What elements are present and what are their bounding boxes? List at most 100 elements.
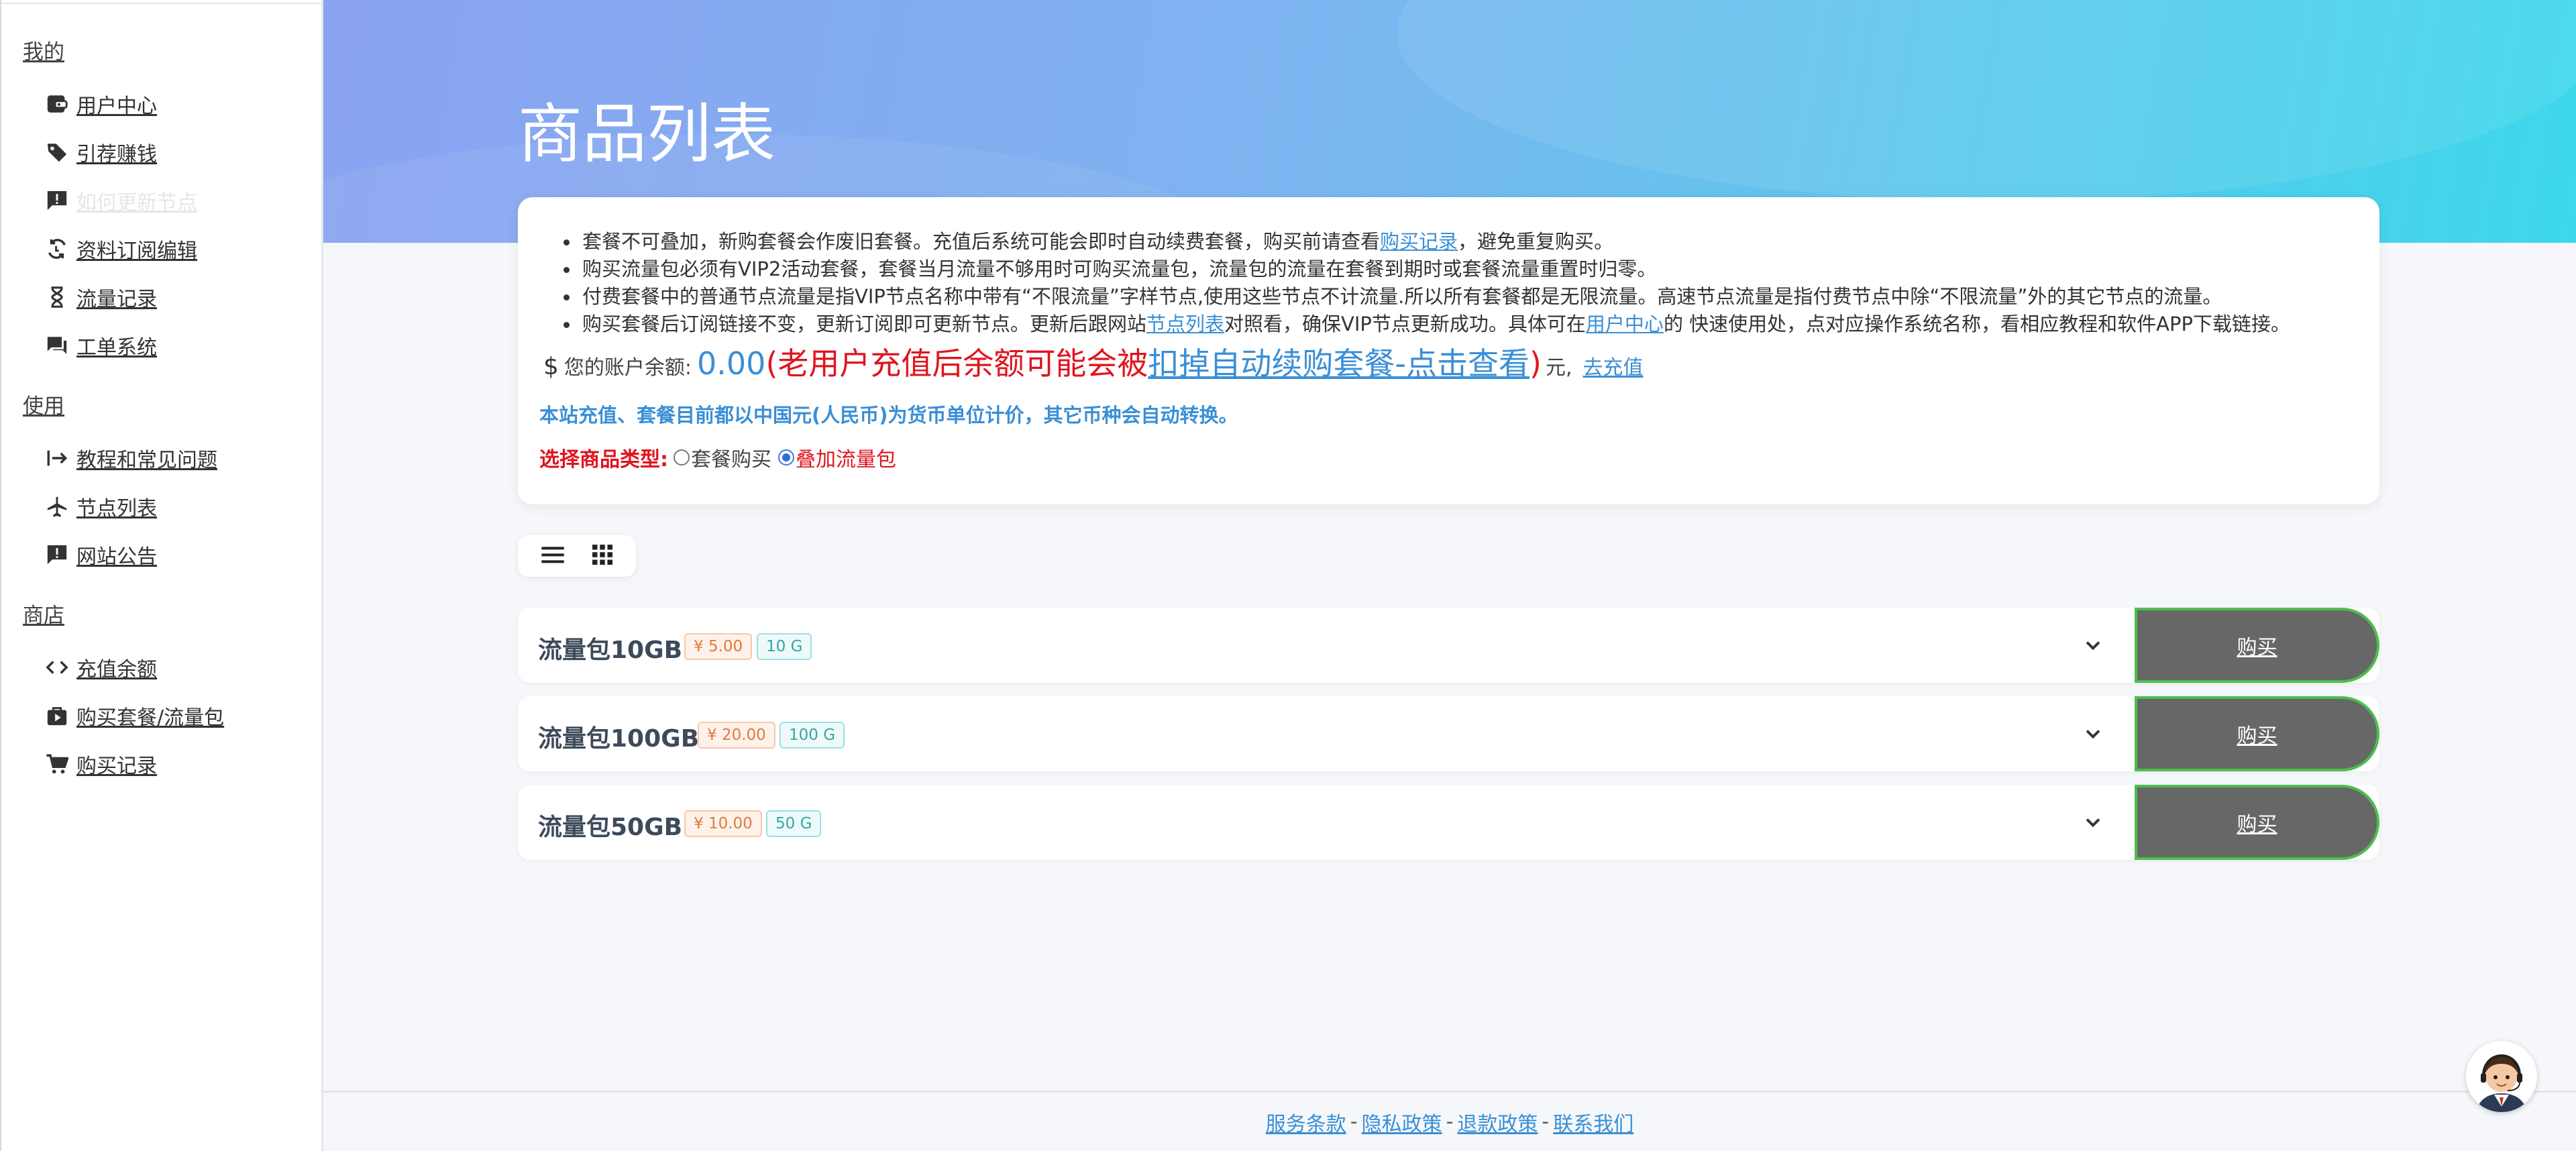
sidebar-item-update-nodes[interactable]: 如何更新节点	[46, 184, 197, 217]
buy-button[interactable]: 购买	[2135, 696, 2379, 771]
sidebar-item-label: 教程和常见问题	[76, 449, 217, 472]
hero-decoration	[1397, 0, 2576, 201]
sidebar-item-label: 资料订阅编辑	[76, 239, 197, 263]
recharge-link[interactable]: 去充值	[1583, 351, 1644, 380]
notice-card: 套餐不可叠加，新购套餐会作废旧套餐。充值后系统可能会即时自动续费套餐，购买前请查…	[518, 197, 2379, 504]
product-row[interactable]: 流量包100GB ¥ 20.00 100 G 购买	[518, 696, 2379, 771]
sidebar-section-mine[interactable]: 我的	[23, 35, 64, 65]
hourglass-icon	[46, 284, 72, 311]
sidebar-item-announcements[interactable]: 网站公告	[46, 538, 157, 571]
notice-item: 购买套餐后订阅链接不变，更新订阅即可更新节点。更新后跟网站节点列表对照看，确保V…	[561, 311, 2372, 338]
size-badge: 10 G	[757, 633, 812, 660]
product-name: 流量包50GB	[538, 814, 683, 841]
terms-link[interactable]: 服务条款	[1266, 1107, 1346, 1137]
balance-warning-close: )	[1529, 345, 1542, 382]
sidebar-item-traffic-log[interactable]: 流量记录	[46, 280, 157, 314]
chevron-down-icon[interactable]	[2081, 722, 2105, 746]
notice-text: 的 快速使用处，点对应操作系统名称，看相应教程和软件APP下载链接。	[1663, 313, 2290, 335]
radio-plan-purchase-label[interactable]: 套餐购买	[691, 443, 771, 472]
balance-unit: 元,	[1545, 356, 1572, 380]
sync-icon	[46, 235, 72, 262]
sidebar-item-label: 购买套餐/流量包	[76, 706, 225, 730]
notice-item: 购买流量包必须有VIP2活动套餐，套餐当月流量不够用时可购买流量包，流量包的流量…	[561, 256, 2372, 283]
radio-traffic-pack-label[interactable]: 叠加流量包	[796, 443, 896, 472]
price-badge: ¥ 5.00	[684, 633, 753, 660]
buy-button[interactable]: 购买	[2135, 785, 2379, 860]
notice-text: 套餐不可叠加，新购套餐会作废旧套餐。充值后系统可能会即时自动续费套餐，购买前请查…	[582, 230, 1381, 253]
sidebar-item-label: 节点列表	[76, 497, 157, 520]
refund-link[interactable]: 退款政策	[1457, 1107, 1538, 1137]
footer-separator: -	[1350, 1110, 1358, 1134]
radio-traffic-pack[interactable]	[778, 449, 794, 465]
chevron-down-icon[interactable]	[2081, 810, 2105, 834]
sidebar-item-label: 流量记录	[76, 288, 157, 311]
radio-plan-purchase[interactable]	[674, 449, 690, 465]
product-name: 流量包100GB	[538, 725, 700, 753]
sidebar-item-tickets[interactable]: 工单系统	[46, 329, 157, 362]
chat-icon	[46, 332, 72, 359]
sidebar-item-label: 购买记录	[76, 755, 157, 778]
balance-label: 您的账户余额:	[564, 356, 692, 380]
sidebar-item-recharge[interactable]: 充值余额	[46, 651, 157, 684]
purchase-log-link[interactable]: 购买记录	[1380, 230, 1458, 253]
notice-text: 购买套餐后订阅链接不变，更新订阅即可更新节点。更新后跟网站	[582, 313, 1147, 335]
sidebar-item-referral[interactable]: 引荐赚钱	[46, 135, 157, 169]
notice-text: 对照看，确保VIP节点更新成功。具体可在	[1224, 313, 1586, 335]
balance-amount: 0.00	[697, 345, 766, 382]
sidebar-top-divider	[1, 0, 325, 4]
privacy-link[interactable]: 隐私政策	[1362, 1107, 1442, 1137]
sidebar: 我的 用户中心 引荐赚钱 如何更新节点 资料订阅编辑 流量记录 工单系统 使用 …	[0, 0, 325, 1151]
notice-text: ，避免重复购买。	[1458, 230, 1614, 253]
sidebar-section-shop[interactable]: 商店	[23, 598, 64, 628]
sidebar-item-label: 充值余额	[76, 658, 157, 681]
sidebar-item-label: 工单系统	[76, 336, 157, 360]
product-type-selector: 选择商品类型: 套餐购买 叠加流量包	[539, 443, 896, 472]
product-name: 流量包10GB	[538, 637, 683, 664]
cart-icon	[46, 751, 72, 777]
price-badge: ¥ 20.00	[698, 722, 775, 749]
grid-view-icon[interactable]	[590, 543, 614, 569]
notice-list: 套餐不可叠加，新购套餐会作废旧套餐。充值后系统可能会即时自动续费套餐，购买前请查…	[561, 228, 2372, 338]
product-row[interactable]: 流量包50GB ¥ 10.00 50 G 购买	[518, 785, 2379, 860]
notice-item: 付费套餐中的普通节点流量是指VIP节点名称中带有“不限流量”字样节点,使用这些节…	[561, 283, 2372, 311]
node-list-link[interactable]: 节点列表	[1146, 313, 1224, 335]
shopping-bag-icon	[46, 702, 72, 729]
list-view-icon[interactable]	[539, 541, 566, 571]
code-icon	[46, 654, 72, 681]
sidebar-item-label: 用户中心	[76, 95, 157, 118]
auto-renew-link[interactable]: 扣掉自动续购套餐-点击查看	[1148, 339, 1529, 384]
sidebar-section-usage[interactable]: 使用	[23, 389, 64, 419]
product-type-label: 选择商品类型:	[539, 448, 668, 472]
wallet-icon	[46, 91, 72, 117]
user-center-link[interactable]: 用户中心	[1586, 313, 1664, 335]
price-badge: ¥ 10.00	[684, 810, 762, 837]
sidebar-item-label: 如何更新节点	[76, 191, 197, 215]
balance-warning: (老用户充值后余额可能会被	[765, 345, 1148, 382]
balance-row: $ 您的账户余额: 0.00 (老用户充值后余额可能会被 扣掉自动续购套餐-点击…	[543, 339, 1644, 384]
alert-message-icon	[46, 187, 72, 214]
sidebar-item-user-center[interactable]: 用户中心	[46, 87, 157, 121]
size-badge: 100 G	[780, 722, 845, 749]
size-badge: 50 G	[766, 810, 822, 837]
tags-icon	[46, 139, 72, 166]
footer: 服务条款 - 隐私政策 - 退款政策 - 联系我们	[323, 1091, 2576, 1151]
sidebar-item-buy-plan[interactable]: 购买套餐/流量包	[46, 699, 224, 732]
sidebar-item-tutorials[interactable]: 教程和常见问题	[46, 441, 217, 475]
contact-link[interactable]: 联系我们	[1553, 1107, 1633, 1137]
sidebar-item-label: 引荐赚钱	[76, 143, 157, 166]
plane-icon	[46, 493, 72, 520]
notice-item: 套餐不可叠加，新购套餐会作废旧套餐。充值后系统可能会即时自动续费套餐，购买前请查…	[561, 228, 2372, 256]
sign-in-icon	[46, 445, 72, 472]
support-chat-avatar[interactable]	[2466, 1041, 2537, 1112]
sidebar-item-purchase-log[interactable]: 购买记录	[46, 747, 157, 781]
sidebar-item-label: 网站公告	[76, 545, 157, 569]
sidebar-item-node-list[interactable]: 节点列表	[46, 490, 157, 523]
product-row[interactable]: 流量包10GB ¥ 5.00 10 G 购买	[518, 608, 2379, 683]
footer-separator: -	[1542, 1110, 1550, 1134]
footer-separator: -	[1446, 1110, 1454, 1134]
currency-note: 本站充值、套餐目前都以中国元(人民币)为货币单位计价，其它币种会自动转换。	[539, 404, 1238, 427]
sidebar-item-subscription-edit[interactable]: 资料订阅编辑	[46, 232, 197, 266]
chevron-down-icon[interactable]	[2081, 633, 2105, 657]
page-title: 商品列表	[518, 97, 775, 172]
buy-button[interactable]: 购买	[2135, 608, 2379, 683]
